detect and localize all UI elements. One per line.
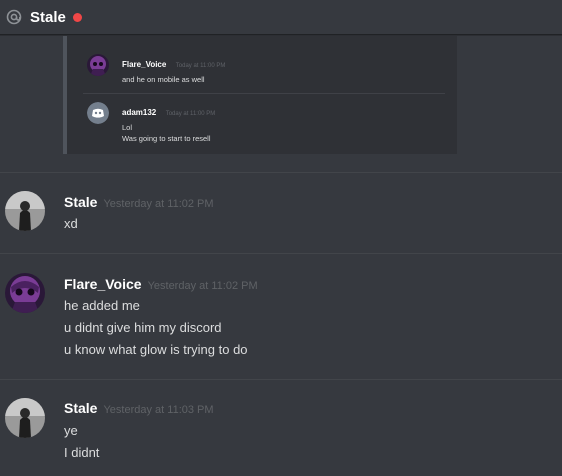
- message-text: u didnt give him my discord: [64, 320, 222, 335]
- embed-message-text: and he on mobile as well: [122, 75, 205, 84]
- embed-message-text: Was going to start to resell: [122, 134, 211, 143]
- message-text: ye: [64, 423, 78, 438]
- message-text: he added me: [64, 298, 140, 313]
- embed-divider: [83, 93, 445, 94]
- message-text: xd: [64, 216, 78, 231]
- message-text: u know what glow is trying to do: [64, 342, 248, 357]
- embed-author: Flare_Voice: [122, 60, 167, 69]
- message-divider: [0, 172, 562, 173]
- author-name[interactable]: Stale: [64, 400, 97, 416]
- avatar[interactable]: [87, 54, 109, 76]
- embed-timestamp: Today at 11:00 PM: [175, 63, 226, 69]
- author-name[interactable]: Flare_Voice: [64, 276, 142, 292]
- channel-header: Stale: [0, 0, 562, 35]
- channel-title[interactable]: Stale: [30, 9, 66, 26]
- at-icon: [6, 9, 22, 25]
- avatar[interactable]: [5, 398, 45, 438]
- message-divider: [0, 379, 562, 380]
- author-name[interactable]: Stale: [64, 194, 97, 210]
- embed-timestamp: Today at 11:00 PM: [165, 111, 216, 117]
- avatar[interactable]: [87, 102, 109, 124]
- message-group: Stale Yesterday at 11:02 PM xd: [0, 180, 562, 250]
- message-timestamp: Yesterday at 11:02 PM: [103, 198, 214, 210]
- message-author[interactable]: Stale Yesterday at 11:02 PM: [64, 194, 214, 210]
- embed-author: adam132: [122, 108, 157, 117]
- avatar[interactable]: [5, 191, 45, 231]
- message-timestamp: Yesterday at 11:03 PM: [103, 404, 214, 416]
- message-text: I didnt: [64, 445, 100, 460]
- message-group: Flare_Voice Yesterday at 11:02 PM he adde…: [0, 262, 562, 372]
- message-group: Stale Yesterday at 11:03 PM ye I didnt: [0, 387, 562, 476]
- message-timestamp: Yesterday at 11:02 PM: [147, 280, 258, 292]
- message-author[interactable]: Stale Yesterday at 11:03 PM: [64, 400, 214, 416]
- embed-message-text: Lol: [122, 123, 133, 132]
- embed-message: adam132 Today at 11:00 PM Lol Was going …: [87, 102, 215, 144]
- status-dnd-indicator: [72, 12, 82, 22]
- avatar[interactable]: [5, 273, 45, 313]
- embed-message: Flare_Voice Today at 11:00 PM and he on …: [87, 54, 225, 85]
- embedded-screenshot[interactable]: Flare_Voice Today at 11:00 PM and he on …: [63, 36, 457, 154]
- message-author[interactable]: Flare_Voice Yesterday at 11:02 PM: [64, 276, 258, 292]
- message-divider: [0, 253, 562, 254]
